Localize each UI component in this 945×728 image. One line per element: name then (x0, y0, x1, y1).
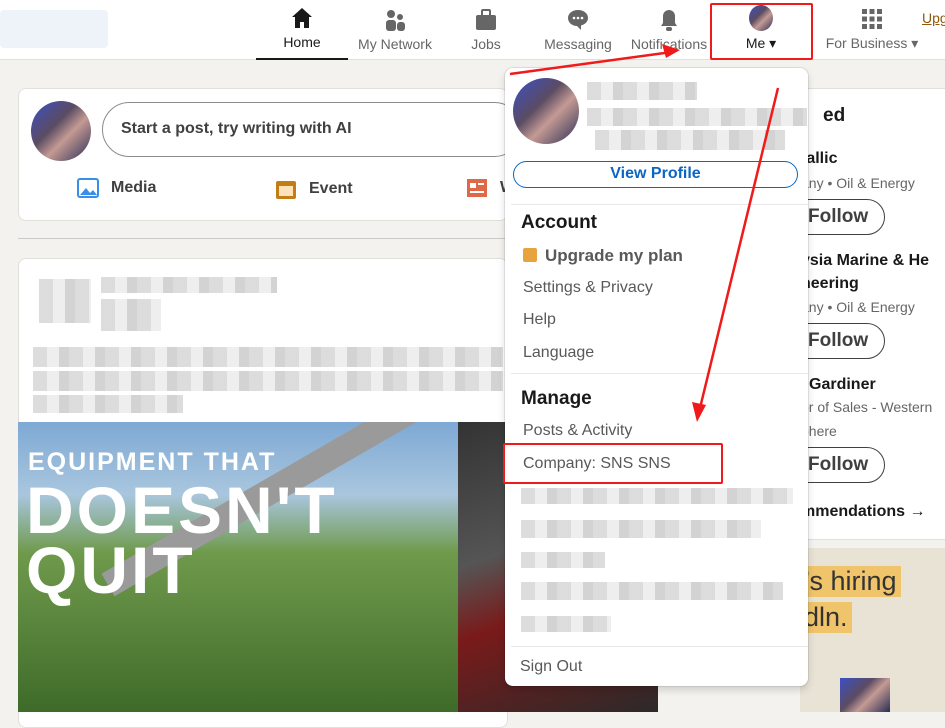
menu-item-blurred[interactable] (521, 488, 793, 504)
premium-icon (523, 248, 537, 262)
suggestion-subtitle: any • Oil & Energy (801, 175, 915, 191)
nav-messaging[interactable]: Messaging (540, 0, 616, 60)
ad-headline-large: DOESN'T QUIT (26, 473, 338, 607)
menu-item-blurred[interactable] (521, 616, 611, 632)
sign-out-link[interactable]: Sign Out (520, 658, 582, 676)
ad-text: ’s hiring (800, 566, 901, 597)
posts-activity-link[interactable]: Posts & Activity (523, 422, 632, 440)
nav-my-network[interactable]: My Network (350, 0, 440, 60)
nav-jobs[interactable]: Jobs (456, 0, 516, 60)
suggestion-name[interactable]: ysia Marine & He (801, 252, 929, 270)
profile-headline (595, 130, 785, 150)
nav-label: Messaging (544, 36, 612, 52)
nav-home[interactable]: Home (256, 0, 348, 60)
post-text (33, 395, 183, 413)
briefcase-icon (474, 8, 498, 32)
chat-icon (566, 8, 590, 32)
nav-for-business[interactable]: For Business ▾ (820, 0, 924, 60)
post-meta (101, 299, 161, 331)
divider (18, 238, 508, 239)
profile-avatar (513, 78, 579, 144)
action-label: Media (111, 179, 157, 196)
nav-notifications[interactable]: Notifications (626, 0, 712, 60)
post-author-avatar (39, 279, 91, 323)
avatar (840, 678, 890, 712)
card-title: ed (823, 105, 846, 126)
grid-icon (860, 7, 884, 31)
menu-item-blurred[interactable] (521, 552, 605, 568)
upgrade-plan-link[interactable]: Upgrade my plan (523, 246, 683, 266)
manage-heading: Manage (521, 388, 592, 409)
nav-label: Jobs (471, 36, 501, 52)
menu-item-blurred[interactable] (521, 582, 783, 600)
settings-privacy-link[interactable]: Settings & Privacy (523, 279, 653, 297)
event-button[interactable]: Event (275, 178, 353, 200)
post-text (33, 347, 503, 367)
bell-icon (657, 8, 681, 32)
view-profile-button[interactable]: View Profile (513, 161, 798, 188)
post-author-name (101, 277, 277, 293)
add-to-feed-card: ed tallic any • Oil & Energy Follow ysia… (781, 88, 945, 540)
menu-item-blurred[interactable] (521, 520, 761, 538)
me-dropdown-menu: View Profile Account Upgrade my plan Set… (505, 68, 808, 686)
suggestion-name[interactable]: neering (801, 275, 859, 293)
image-icon (77, 178, 99, 198)
home-icon (290, 6, 314, 30)
search-input[interactable] (0, 10, 108, 48)
account-heading: Account (521, 212, 597, 233)
suggestion-subtitle: or of Sales - Western (801, 399, 933, 415)
annotation-box-me (710, 3, 813, 60)
start-post-button[interactable]: Start a post, try writing with AI (102, 102, 522, 157)
post-text (33, 371, 503, 391)
nav-label: My Network (358, 36, 432, 52)
suggestion-subtitle: any • Oil & Energy (801, 299, 915, 315)
people-icon (383, 8, 407, 32)
action-label: Event (309, 180, 353, 197)
start-post-card: Start a post, try writing with AI Media … (18, 88, 522, 221)
view-recommendations-link[interactable]: mmendations → (801, 503, 925, 521)
profile-name (587, 82, 697, 100)
caret-down-icon: ▾ (911, 35, 919, 51)
suggestion-name[interactable]: Gardiner (809, 376, 876, 394)
annotation-box-company (503, 443, 723, 484)
media-button[interactable]: Media (77, 178, 156, 198)
avatar (31, 101, 91, 161)
language-link[interactable]: Language (523, 344, 594, 362)
hiring-ad[interactable]: ’s hiring dln. (800, 548, 945, 712)
profile-headline (587, 108, 807, 126)
upgrade-link[interactable]: Upg (922, 10, 945, 26)
calendar-icon (276, 181, 296, 199)
nav-label: Home (283, 34, 321, 50)
nav-label: For Business ▾ (825, 35, 919, 51)
help-link[interactable]: Help (523, 311, 556, 329)
nav-label: Notifications (630, 36, 708, 52)
article-icon (467, 179, 487, 197)
